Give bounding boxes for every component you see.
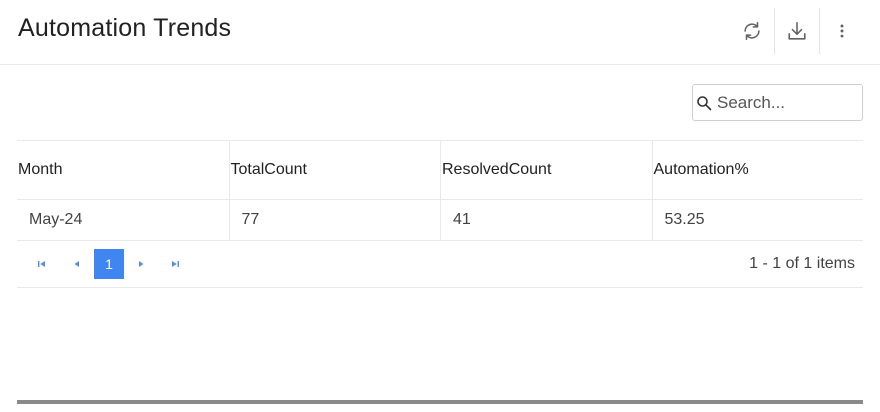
next-page-button[interactable] [126, 249, 156, 279]
column-header-month[interactable]: Month [17, 141, 229, 199]
first-page-icon [38, 261, 45, 267]
download-icon [788, 21, 806, 40]
cell-automation-percent: 53.25 [651, 200, 864, 240]
first-page-button[interactable] [27, 249, 57, 279]
pager-info: 1 - 1 of 1 items [749, 255, 855, 272]
cell-total-count: 77 [228, 200, 441, 240]
search-box[interactable] [692, 84, 863, 121]
more-options-button[interactable] [820, 9, 864, 53]
refresh-button[interactable] [730, 9, 774, 53]
page-number-button[interactable]: 1 [94, 249, 124, 279]
cell-resolved-count: 41 [440, 200, 652, 240]
download-button[interactable] [775, 9, 819, 53]
previous-page-button[interactable] [62, 249, 92, 279]
refresh-icon [744, 21, 760, 41]
search-icon [697, 96, 712, 111]
last-page-button[interactable] [160, 249, 190, 279]
grid-header-row: Month TotalCount ResolvedCount Automatio… [17, 140, 863, 200]
previous-page-icon [74, 261, 79, 267]
card-header: Automation Trends [0, 0, 880, 65]
search-input[interactable] [717, 86, 857, 119]
more-vert-icon [840, 24, 844, 38]
automation-trends-card: Automation Trends Search... Month TotalC… [0, 0, 880, 412]
pager: 1 1 - 1 of 1 items [17, 241, 863, 288]
next-page-icon [139, 261, 144, 267]
table-row[interactable]: May-24 77 41 53.25 [17, 200, 863, 241]
column-header-total-count[interactable]: TotalCount [228, 141, 441, 199]
column-header-resolved-count[interactable]: ResolvedCount [440, 141, 652, 199]
cell-month: May-24 [29, 211, 83, 228]
last-page-icon [172, 261, 179, 267]
column-header-automation-percent[interactable]: Automation% [651, 141, 864, 199]
card-title: Automation Trends [18, 14, 232, 42]
bottom-scrollbar[interactable] [17, 400, 863, 404]
data-grid: Month TotalCount ResolvedCount Automatio… [17, 140, 863, 241]
